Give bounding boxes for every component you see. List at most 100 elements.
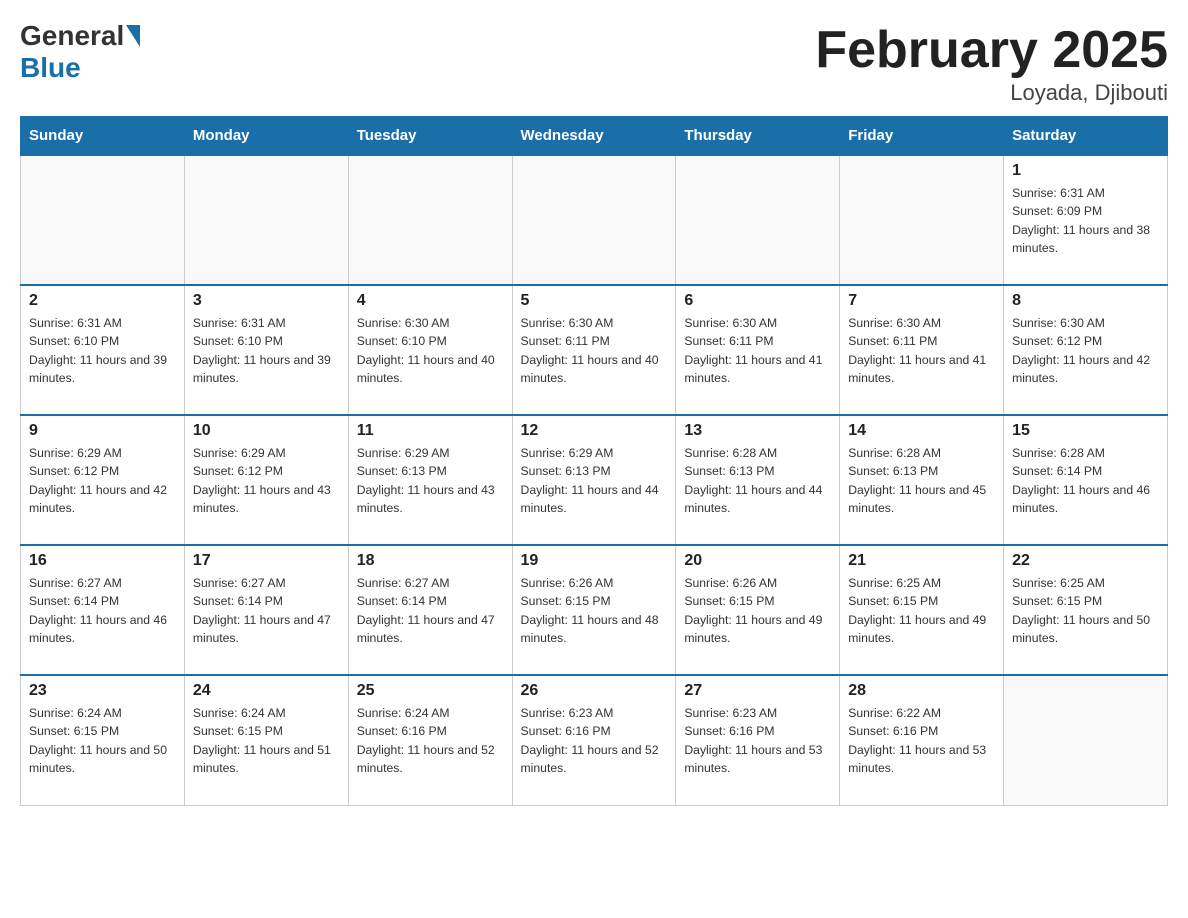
day-number: 4 xyxy=(357,292,504,310)
day-info: Sunrise: 6:25 AMSunset: 6:15 PMDaylight:… xyxy=(848,574,995,647)
day-info: Sunrise: 6:30 AMSunset: 6:11 PMDaylight:… xyxy=(684,314,831,387)
day-number: 23 xyxy=(29,682,176,700)
day-info: Sunrise: 6:29 AMSunset: 6:13 PMDaylight:… xyxy=(521,444,668,517)
calendar-cell: 18 Sunrise: 6:27 AMSunset: 6:14 PMDayligh… xyxy=(348,545,512,675)
calendar-cell: 16Sunrise: 6:27 AMSunset: 6:14 PMDayligh… xyxy=(21,545,185,675)
day-number: 15 xyxy=(1012,422,1159,440)
day-number: 14 xyxy=(848,422,995,440)
day-header-saturday: Saturday xyxy=(1004,117,1168,156)
day-info: Sunrise: 6:24 AMSunset: 6:16 PMDaylight:… xyxy=(357,704,504,777)
calendar-cell: 15 Sunrise: 6:28 AMSunset: 6:14 PMDayligh… xyxy=(1004,415,1168,545)
day-header-wednesday: Wednesday xyxy=(512,117,676,156)
page-header: General Blue February 2025 Loyada, Djibo… xyxy=(20,20,1168,106)
calendar-cell: 7 Sunrise: 6:30 AMSunset: 6:11 PMDaylight… xyxy=(840,285,1004,415)
calendar-cell xyxy=(840,155,1004,285)
day-info: Sunrise: 6:27 AMSunset: 6:14 PMDaylight:… xyxy=(193,574,340,647)
calendar-cell: 5 Sunrise: 6:30 AMSunset: 6:11 PMDaylight… xyxy=(512,285,676,415)
day-info: Sunrise: 6:29 AMSunset: 6:12 PMDaylight:… xyxy=(29,444,176,517)
day-info: Sunrise: 6:27 AMSunset: 6:14 PMDaylight:… xyxy=(29,574,176,647)
calendar-cell: 3Sunrise: 6:31 AMSunset: 6:10 PMDaylight… xyxy=(184,285,348,415)
calendar-cell: 21 Sunrise: 6:25 AMSunset: 6:15 PMDayligh… xyxy=(840,545,1004,675)
calendar-cell: 19Sunrise: 6:26 AMSunset: 6:15 PMDayligh… xyxy=(512,545,676,675)
day-info: Sunrise: 6:30 AMSunset: 6:11 PMDaylight:… xyxy=(521,314,668,387)
day-header-monday: Monday xyxy=(184,117,348,156)
logo-blue-text: Blue xyxy=(20,52,81,83)
calendar-cell: 4 Sunrise: 6:30 AMSunset: 6:10 PMDaylight… xyxy=(348,285,512,415)
calendar-cell xyxy=(1004,675,1168,805)
day-info: Sunrise: 6:26 AMSunset: 6:15 PMDaylight:… xyxy=(521,574,668,647)
day-info: Sunrise: 6:29 AMSunset: 6:12 PMDaylight:… xyxy=(193,444,340,517)
day-info: Sunrise: 6:24 AMSunset: 6:15 PMDaylight:… xyxy=(193,704,340,777)
logo-general-text: General xyxy=(20,20,124,52)
day-number: 10 xyxy=(193,422,340,440)
calendar-cell: 22 Sunrise: 6:25 AMSunset: 6:15 PMDayligh… xyxy=(1004,545,1168,675)
day-info: Sunrise: 6:30 AMSunset: 6:10 PMDaylight:… xyxy=(357,314,504,387)
calendar-cell: 25 Sunrise: 6:24 AMSunset: 6:16 PMDayligh… xyxy=(348,675,512,805)
day-number: 12 xyxy=(521,422,668,440)
day-header-friday: Friday xyxy=(840,117,1004,156)
calendar-cell xyxy=(21,155,185,285)
calendar-cell xyxy=(184,155,348,285)
calendar-cell: 28 Sunrise: 6:22 AMSunset: 6:16 PMDayligh… xyxy=(840,675,1004,805)
calendar-cell: 26 Sunrise: 6:23 AMSunset: 6:16 PMDayligh… xyxy=(512,675,676,805)
calendar-cell xyxy=(676,155,840,285)
calendar-cell: 13 Sunrise: 6:28 AMSunset: 6:13 PMDayligh… xyxy=(676,415,840,545)
calendar-cell: 10 Sunrise: 6:29 AMSunset: 6:12 PMDayligh… xyxy=(184,415,348,545)
calendar-table: SundayMondayTuesdayWednesdayThursdayFrid… xyxy=(20,116,1168,806)
day-info: Sunrise: 6:30 AMSunset: 6:11 PMDaylight:… xyxy=(848,314,995,387)
calendar-week-3: 9 Sunrise: 6:29 AMSunset: 6:12 PMDaylight… xyxy=(21,415,1168,545)
day-info: Sunrise: 6:30 AMSunset: 6:12 PMDaylight:… xyxy=(1012,314,1159,387)
day-info: Sunrise: 6:28 AMSunset: 6:13 PMDaylight:… xyxy=(684,444,831,517)
day-number: 13 xyxy=(684,422,831,440)
calendar-cell: 14 Sunrise: 6:28 AMSunset: 6:13 PMDayligh… xyxy=(840,415,1004,545)
day-header-thursday: Thursday xyxy=(676,117,840,156)
day-info: Sunrise: 6:31 AMSunset: 6:10 PMDaylight:… xyxy=(29,314,176,387)
day-info: Sunrise: 6:22 AMSunset: 6:16 PMDaylight:… xyxy=(848,704,995,777)
calendar-cell: 12 Sunrise: 6:29 AMSunset: 6:13 PMDayligh… xyxy=(512,415,676,545)
day-info: Sunrise: 6:27 AMSunset: 6:14 PMDaylight:… xyxy=(357,574,504,647)
logo: General Blue xyxy=(20,20,142,84)
day-number: 18 xyxy=(357,552,504,570)
day-info: Sunrise: 6:26 AMSunset: 6:15 PMDaylight:… xyxy=(684,574,831,647)
calendar-cell: 27Sunrise: 6:23 AMSunset: 6:16 PMDayligh… xyxy=(676,675,840,805)
day-info: Sunrise: 6:23 AMSunset: 6:16 PMDaylight:… xyxy=(521,704,668,777)
calendar-week-5: 23 Sunrise: 6:24 AMSunset: 6:15 PMDayligh… xyxy=(21,675,1168,805)
calendar-cell xyxy=(512,155,676,285)
day-info: Sunrise: 6:28 AMSunset: 6:14 PMDaylight:… xyxy=(1012,444,1159,517)
day-info: Sunrise: 6:25 AMSunset: 6:15 PMDaylight:… xyxy=(1012,574,1159,647)
calendar-header: SundayMondayTuesdayWednesdayThursdayFrid… xyxy=(21,117,1168,156)
calendar-cell: 9 Sunrise: 6:29 AMSunset: 6:12 PMDaylight… xyxy=(21,415,185,545)
day-number: 3 xyxy=(193,292,340,310)
day-number: 9 xyxy=(29,422,176,440)
day-info: Sunrise: 6:23 AMSunset: 6:16 PMDaylight:… xyxy=(684,704,831,777)
calendar-cell: 17 Sunrise: 6:27 AMSunset: 6:14 PMDayligh… xyxy=(184,545,348,675)
calendar-week-1: 1 Sunrise: 6:31 AMSunset: 6:09 PMDaylight… xyxy=(21,155,1168,285)
day-number: 5 xyxy=(521,292,668,310)
day-header-tuesday: Tuesday xyxy=(348,117,512,156)
day-number: 24 xyxy=(193,682,340,700)
calendar-cell: 6Sunrise: 6:30 AMSunset: 6:11 PMDaylight… xyxy=(676,285,840,415)
day-number: 8 xyxy=(1012,292,1159,310)
day-number: 17 xyxy=(193,552,340,570)
day-info: Sunrise: 6:31 AMSunset: 6:09 PMDaylight:… xyxy=(1012,184,1159,257)
day-info: Sunrise: 6:29 AMSunset: 6:13 PMDaylight:… xyxy=(357,444,504,517)
day-number: 7 xyxy=(848,292,995,310)
location: Loyada, Djibouti xyxy=(815,80,1168,106)
day-number: 2 xyxy=(29,292,176,310)
day-number: 21 xyxy=(848,552,995,570)
calendar-cell: 23Sunrise: 6:24 AMSunset: 6:15 PMDayligh… xyxy=(21,675,185,805)
day-info: Sunrise: 6:28 AMSunset: 6:13 PMDaylight:… xyxy=(848,444,995,517)
day-number: 20 xyxy=(684,552,831,570)
calendar-cell: 8 Sunrise: 6:30 AMSunset: 6:12 PMDaylight… xyxy=(1004,285,1168,415)
day-number: 25 xyxy=(357,682,504,700)
day-number: 26 xyxy=(521,682,668,700)
calendar-week-4: 16Sunrise: 6:27 AMSunset: 6:14 PMDayligh… xyxy=(21,545,1168,675)
title-area: February 2025 Loyada, Djibouti xyxy=(815,20,1168,106)
logo-triangle-icon xyxy=(126,25,140,47)
calendar-cell xyxy=(348,155,512,285)
day-number: 28 xyxy=(848,682,995,700)
day-number: 22 xyxy=(1012,552,1159,570)
calendar-cell: 11 Sunrise: 6:29 AMSunset: 6:13 PMDayligh… xyxy=(348,415,512,545)
day-number: 11 xyxy=(357,422,504,440)
day-number: 1 xyxy=(1012,162,1159,180)
